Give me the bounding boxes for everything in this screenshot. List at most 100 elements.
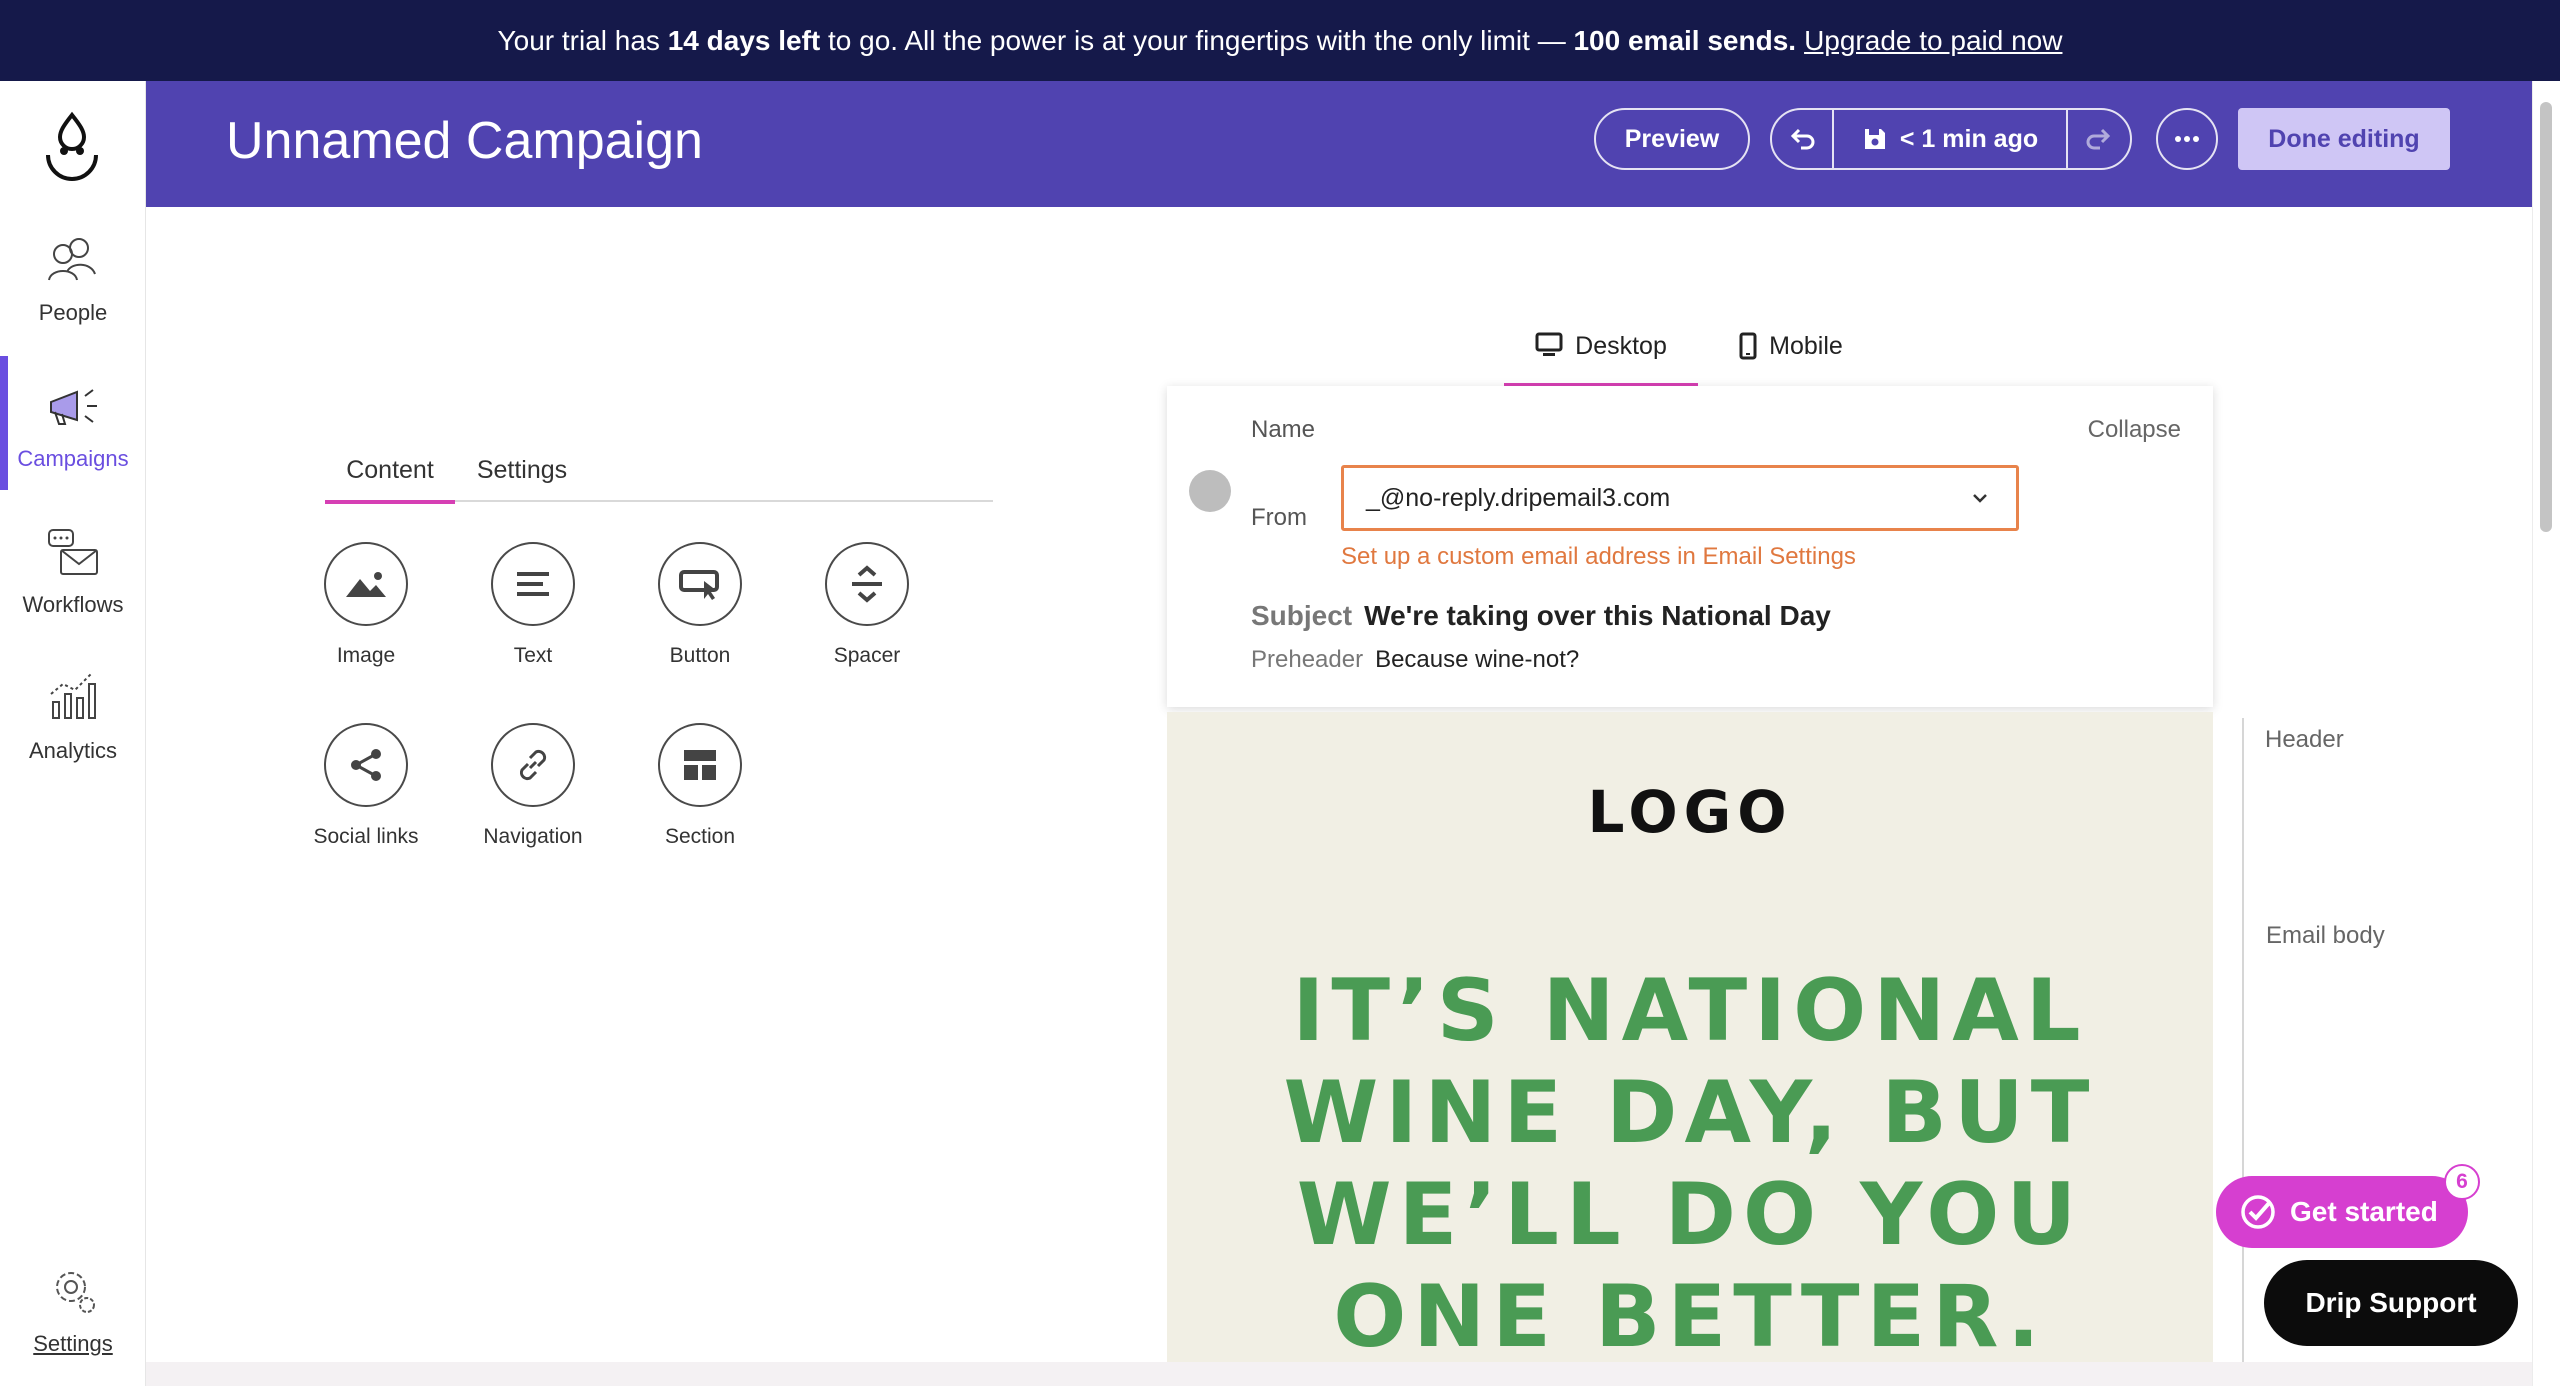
- outline-rail: [2242, 718, 2244, 1362]
- block-section-label: Section: [664, 825, 736, 848]
- tab-mobile-label: Mobile: [1769, 332, 1843, 360]
- tab-desktop-label: Desktop: [1575, 332, 1667, 360]
- campaign-header: Unnamed Campaign Preview < 1 min ago Don…: [146, 81, 2532, 207]
- workflows-icon: [48, 529, 98, 575]
- nav-label-people: People: [38, 300, 108, 325]
- nav-item-settings[interactable]: Settings: [0, 1241, 146, 1375]
- sender-avatar: [1189, 470, 1231, 512]
- block-image-label: Image: [336, 644, 396, 667]
- people-icon: [48, 238, 96, 281]
- nav-label-workflows: Workflows: [22, 592, 124, 617]
- from-label: From: [1251, 504, 1307, 531]
- block-button[interactable]: Button: [630, 542, 770, 668]
- get-started-button[interactable]: Get started: [2216, 1176, 2468, 1248]
- tab-mobile[interactable]: Mobile: [1716, 322, 1866, 388]
- headline-line: ONE BETTER.: [1333, 1267, 2047, 1362]
- nav-item-workflows[interactable]: Workflows: [0, 502, 146, 636]
- block-button-label: Button: [669, 644, 731, 667]
- block-navigation-label: Navigation: [483, 825, 583, 848]
- trial-banner: Your trial has 14 days left to go. All t…: [0, 0, 2560, 81]
- campaign-title[interactable]: Unnamed Campaign: [226, 111, 703, 171]
- nav-label-settings: Settings: [33, 1331, 113, 1356]
- megaphone-icon: [50, 389, 97, 425]
- undo-button[interactable]: [1772, 110, 1834, 168]
- drip-support-button[interactable]: Drip Support: [2264, 1260, 2518, 1346]
- block-social-links-circle: [324, 723, 408, 807]
- button-icon: [679, 570, 719, 600]
- gear-icon: [56, 1272, 95, 1313]
- from-address-select[interactable]: _@no-reply.dripemail3.com: [1341, 465, 2019, 531]
- nav-label-campaigns: Campaigns: [17, 446, 129, 471]
- subject-row[interactable]: Subject We're taking over this National D…: [1251, 600, 1831, 632]
- preheader-row[interactable]: Preheader Because wine-not?: [1251, 646, 1579, 674]
- outline-header[interactable]: Header: [2265, 726, 2344, 754]
- left-nav: People Campaigns Workflows Analytics Set…: [0, 81, 146, 1386]
- upgrade-link[interactable]: Upgrade to paid now: [1804, 25, 2062, 57]
- save-icon: [1864, 129, 1885, 149]
- get-started-label: Get started: [2290, 1196, 2438, 1227]
- analytics-icon: [50, 673, 96, 719]
- block-section[interactable]: Section: [630, 723, 770, 849]
- nav-item-people[interactable]: People: [0, 210, 146, 344]
- banner-text-2: to go. All the power is at your fingerti…: [828, 24, 1566, 56]
- share-icon: [351, 749, 381, 781]
- banner-text-1: Your trial has: [497, 24, 660, 56]
- block-social-links-label: Social links: [313, 825, 419, 848]
- custom-email-settings-link[interactable]: Set up a custom email address in Email S…: [1341, 543, 1856, 571]
- check-circle-icon: [2241, 1195, 2275, 1229]
- block-spacer-label: Spacer: [833, 644, 901, 667]
- mobile-icon: [1739, 332, 1757, 360]
- nav-item-campaigns[interactable]: Campaigns: [0, 356, 146, 490]
- tab-content[interactable]: Content: [325, 450, 455, 504]
- redo-icon: [2086, 128, 2111, 150]
- page-scrollbar-thumb[interactable]: [2540, 102, 2552, 532]
- subject-value: We're taking over this National Day: [1364, 600, 1831, 631]
- notification-badge: 6: [2444, 1164, 2480, 1200]
- preview-button[interactable]: Preview: [1594, 108, 1750, 170]
- text-icon: [517, 572, 549, 596]
- drip-logo-icon[interactable]: [40, 111, 104, 183]
- tab-settings[interactable]: Settings: [467, 450, 577, 502]
- block-spacer[interactable]: Spacer: [797, 542, 937, 668]
- from-address-value: _@no-reply.dripemail3.com: [1366, 483, 1671, 512]
- block-social-links[interactable]: Social links: [296, 723, 436, 849]
- email-settings-card: Name Collapse From _@no-reply.dripemail3…: [1167, 386, 2213, 707]
- nav-label-analytics: Analytics: [28, 738, 118, 763]
- outline-email-body[interactable]: Email body: [2266, 922, 2385, 950]
- block-text-circle: [491, 542, 575, 626]
- name-label: Name: [1251, 416, 1316, 443]
- link-icon: [519, 749, 547, 781]
- headline-line: WINE DAY, BUT: [1283, 1063, 2097, 1163]
- builder-panel-tabs: Content Settings: [325, 450, 993, 504]
- spacer-icon: [852, 565, 882, 603]
- more-options-button[interactable]: [2156, 108, 2218, 170]
- headline-line: IT’S NATIONAL: [1292, 961, 2088, 1061]
- redo-button[interactable]: [2068, 110, 2130, 168]
- email-logo[interactable]: LOGO: [1167, 778, 2213, 846]
- email-canvas[interactable]: LOGO IT’S NATIONAL WINE DAY, BUT WE’LL D…: [1167, 712, 2213, 1362]
- more-horizontal-icon: [2175, 136, 2199, 142]
- block-section-circle: [658, 723, 742, 807]
- block-button-circle: [658, 542, 742, 626]
- section-icon: [684, 750, 716, 780]
- history-controls: < 1 min ago: [1770, 108, 2132, 170]
- block-text[interactable]: Text: [463, 542, 603, 668]
- collapse-link[interactable]: Collapse: [2088, 416, 2181, 444]
- preheader-label: Preheader: [1251, 646, 1364, 673]
- block-image-circle: [324, 542, 408, 626]
- bottom-strip: [146, 1362, 2532, 1386]
- image-icon: [346, 572, 386, 597]
- chevron-down-icon: [1973, 494, 1987, 503]
- tab-desktop[interactable]: Desktop: [1504, 322, 1698, 388]
- nav-item-analytics[interactable]: Analytics: [0, 648, 146, 782]
- block-image[interactable]: Image: [296, 542, 436, 668]
- headline-line: WE’LL DO YOU: [1296, 1165, 2084, 1265]
- undo-icon: [1790, 128, 1815, 150]
- block-spacer-circle: [825, 542, 909, 626]
- subject-label: Subject: [1251, 600, 1353, 631]
- save-status: < 1 min ago: [1834, 110, 2068, 168]
- email-headline[interactable]: IT’S NATIONAL WINE DAY, BUT WE’LL DO YOU…: [1167, 960, 2213, 1362]
- preheader-value: Because wine-not?: [1375, 646, 1580, 673]
- done-editing-button[interactable]: Done editing: [2238, 108, 2450, 170]
- block-navigation[interactable]: Navigation: [463, 723, 603, 849]
